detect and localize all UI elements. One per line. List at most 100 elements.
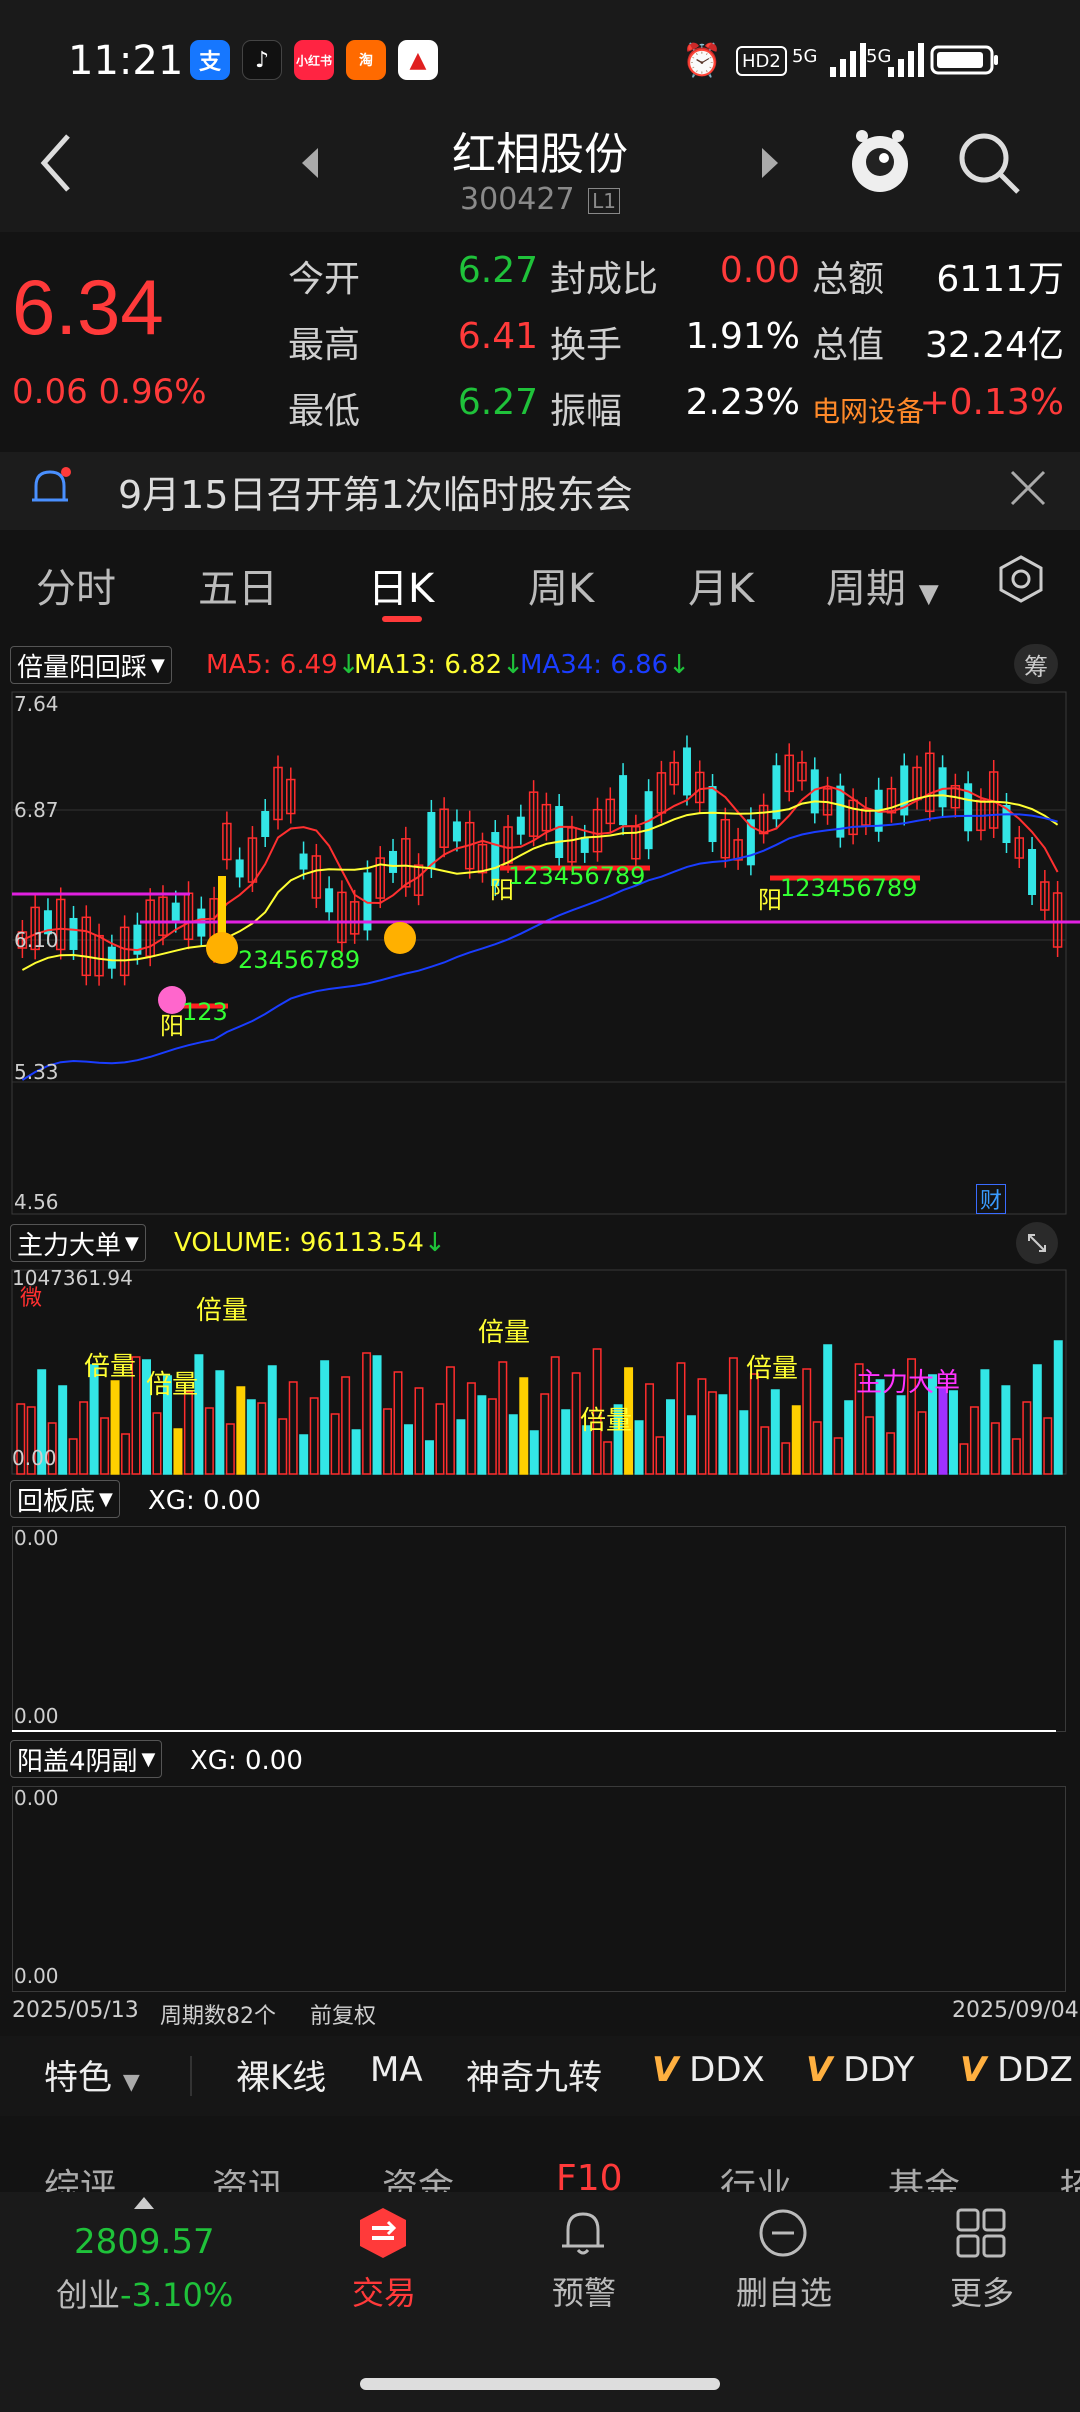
index-info[interactable]: 创业-3.10%: [56, 2270, 233, 2316]
tab-period[interactable]: 周期 ▼: [826, 556, 939, 614]
sun-annotation: 阳: [160, 1012, 184, 1040]
alipay-icon: 支: [190, 40, 230, 80]
volume-tag: 倍量: [146, 1370, 199, 1400]
next-stock-icon[interactable]: [758, 146, 782, 184]
trade-icon[interactable]: [356, 2206, 410, 2264]
nav-remove-watchlist[interactable]: 删自选: [714, 2268, 854, 2314]
tab-zixun[interactable]: 资讯: [212, 2158, 284, 2192]
candle-body: [261, 811, 270, 838]
y-label-3: 6.10: [14, 928, 59, 952]
tab-f10[interactable]: F10: [556, 2158, 623, 2192]
feature-ddy[interactable]: V DDY: [806, 2050, 914, 2090]
tab-zhouk[interactable]: 周K: [528, 556, 594, 614]
volume-bar: [896, 1395, 906, 1475]
grid-more-icon[interactable]: [954, 2206, 1008, 2264]
chip-button[interactable]: 筹: [1014, 644, 1058, 684]
volume-bar: [351, 1429, 361, 1475]
nav-more[interactable]: 更多: [912, 2268, 1052, 2314]
panel3-indicator-select[interactable]: 回板底 ▼: [10, 1480, 120, 1518]
candle-body: [171, 902, 180, 923]
tab-zongping[interactable]: 综评: [44, 2158, 116, 2192]
chevron-down-icon: ▼: [151, 654, 165, 676]
volume-bar: [812, 1421, 822, 1475]
taobao-icon: 淘: [346, 40, 386, 80]
panel3-bottom-label: 0.00: [14, 1704, 59, 1728]
panel4-xg: XG: 0.00: [190, 1746, 303, 1776]
remove-watchlist-icon[interactable]: [756, 2206, 810, 2264]
feature-ma[interactable]: MA: [370, 2050, 423, 2090]
chevron-down-icon: ▼: [125, 1232, 139, 1254]
xiaohongshu-icon: 小红书: [294, 40, 334, 80]
tab-fenshi[interactable]: 分时: [36, 556, 116, 614]
feature-ddz[interactable]: V DDZ: [960, 2050, 1073, 2090]
search-icon[interactable]: [956, 130, 1022, 200]
notice-text[interactable]: 9月15日召开第1次临时股东会: [118, 464, 633, 519]
caret-up-icon[interactable]: [134, 2194, 154, 2213]
indicator-label: 回板底: [17, 1486, 96, 1517]
finance-badge[interactable]: 财: [976, 1184, 1006, 1214]
kline-chart[interactable]: [0, 690, 1080, 1220]
panel4-indicator-select[interactable]: 阳盖4阴副 ▼: [10, 1740, 163, 1778]
quote-label: 换手: [550, 325, 623, 366]
nav-trade[interactable]: 交易: [314, 2268, 454, 2314]
count-annotation: 123: [182, 998, 228, 1026]
bell-icon[interactable]: [556, 2206, 610, 2264]
quote-value: 6.27: [457, 382, 538, 423]
settings-icon[interactable]: [996, 554, 1046, 608]
feature-nine-turn[interactable]: 神奇九转: [466, 2050, 602, 2099]
panel3-chart[interactable]: [12, 1526, 1066, 1732]
close-icon[interactable]: [1008, 468, 1048, 512]
nav-alert[interactable]: 预警: [514, 2268, 654, 2314]
mascot-icon[interactable]: [848, 126, 912, 200]
quote-value: 32.24亿: [924, 325, 1064, 366]
tab-wuri[interactable]: 五日: [198, 556, 278, 614]
index-value[interactable]: 2809.57: [74, 2222, 215, 2262]
volume-bar: [655, 1436, 665, 1475]
quote-value: 2.23%: [685, 382, 800, 423]
quote-value: 0.00: [719, 250, 800, 291]
volume-bar: [383, 1408, 393, 1475]
candle-body: [708, 786, 717, 843]
quote-value: 6111万: [936, 259, 1064, 300]
main-indicator-select[interactable]: 倍量阳回踩 ▼: [10, 646, 172, 684]
tab-more[interactable]: 招: [1060, 2158, 1080, 2192]
tab-yuek[interactable]: 月K: [688, 556, 754, 614]
feature-select[interactable]: 特色 ▼: [44, 2050, 140, 2099]
volume-bar: [414, 1387, 424, 1475]
level-badge: L1: [588, 187, 620, 214]
tab-rik[interactable]: 日K: [368, 556, 434, 614]
signal-label-1: 5G: [792, 45, 818, 67]
volume-tag: 倍量: [84, 1352, 137, 1382]
volume-bar: [666, 1399, 675, 1475]
volume-bar: [1032, 1364, 1042, 1475]
volume-indicator-select[interactable]: 主力大单 ▼: [10, 1224, 146, 1262]
volume-bar: [844, 1400, 854, 1475]
volume-bar: [121, 1433, 131, 1475]
volume-bar: [791, 1405, 801, 1475]
feature-ddx[interactable]: V DDX: [652, 2050, 765, 2090]
volume-bar: [236, 1386, 246, 1475]
signal-pillar: [218, 876, 226, 936]
date-start: 2025/05/13: [12, 1998, 139, 2023]
y-label-bottom: 4.56: [14, 1190, 59, 1214]
chevron-down-icon: ▼: [99, 1488, 113, 1510]
tab-zijin[interactable]: 资金: [382, 2158, 454, 2192]
candle-body: [389, 850, 398, 873]
tab-hangye[interactable]: 行业: [720, 2158, 792, 2192]
quote-value: +0.13%: [919, 382, 1064, 423]
panel4-chart[interactable]: [12, 1786, 1066, 1992]
volume-bar: [728, 1357, 738, 1475]
candle-body: [580, 836, 589, 853]
expand-icon[interactable]: [1016, 1222, 1058, 1264]
volume-bar: [770, 1389, 780, 1475]
volume-bar: [969, 1406, 979, 1475]
volume-bar: [79, 1401, 89, 1475]
ma5-value: MA5: 6.49↓: [206, 650, 360, 680]
tab-jijin[interactable]: 基金: [888, 2158, 960, 2192]
feature-naked-k[interactable]: 裸K线: [236, 2050, 326, 2099]
panel3-top-label: 0.00: [14, 1526, 59, 1550]
volume-bar: [686, 1415, 696, 1475]
volume-bar: [330, 1413, 340, 1475]
stock-name: 红相股份: [452, 129, 628, 180]
volume-bar: [529, 1430, 539, 1475]
